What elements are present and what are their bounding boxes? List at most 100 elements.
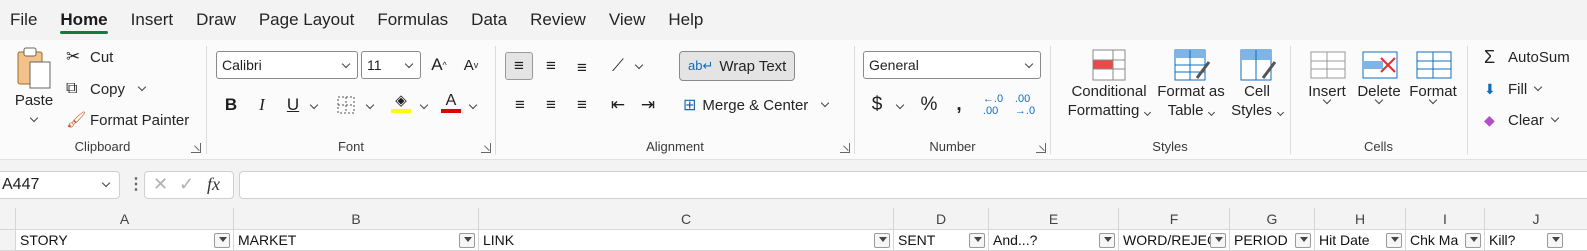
- font-size-select[interactable]: 11: [361, 51, 421, 79]
- increase-font-size-icon[interactable]: A ^: [427, 53, 451, 77]
- align-left-icon[interactable]: ≡: [508, 93, 532, 117]
- filter-dropdown-icon[interactable]: [1295, 233, 1311, 248]
- formula-input[interactable]: [239, 171, 1587, 199]
- font-group-label: Font: [337, 139, 364, 154]
- comma-style-icon[interactable]: ,: [947, 93, 971, 117]
- fill-button[interactable]: ⬇ Fill: [1484, 78, 1543, 100]
- cell-g1[interactable]: PERIOD: [1230, 230, 1315, 251]
- tab-file[interactable]: File: [10, 0, 37, 40]
- enter-icon[interactable]: ✓: [179, 174, 194, 195]
- format-painter-button[interactable]: 🖌 Format Painter: [66, 109, 189, 131]
- filter-dropdown-icon[interactable]: [459, 233, 475, 248]
- clipboard-launcher-icon[interactable]: [191, 143, 201, 153]
- name-box[interactable]: A447: [0, 171, 120, 199]
- decrease-font-size-icon[interactable]: Av: [459, 53, 483, 77]
- filter-dropdown-icon[interactable]: [1099, 233, 1115, 248]
- copy-button[interactable]: ⧉ Copy: [66, 78, 147, 100]
- conditional-formatting-button[interactable]: Conditional Formatting: [1063, 48, 1155, 120]
- formula-bar: A447 ⋮ ✕ ✓ fx: [0, 166, 1587, 202]
- alignment-launcher-icon[interactable]: [840, 143, 850, 153]
- increase-decimal-icon[interactable]: ←.0.00: [981, 93, 1005, 117]
- cell-h1[interactable]: Hit Date: [1315, 230, 1406, 251]
- column-header-g[interactable]: G: [1230, 208, 1315, 230]
- column-header-j[interactable]: J: [1485, 208, 1587, 230]
- column-headers: A B C D E F G H I J: [0, 208, 1587, 230]
- align-bottom-icon[interactable]: ≡: [570, 56, 594, 80]
- delete-cells-button[interactable]: Delete: [1353, 48, 1405, 105]
- select-all-corner[interactable]: [0, 208, 16, 230]
- align-top-icon[interactable]: ≡: [505, 52, 533, 80]
- column-header-h[interactable]: H: [1315, 208, 1406, 230]
- fill-color-icon[interactable]: ◈: [389, 91, 413, 115]
- autosum-button[interactable]: Σ AutoSum: [1484, 46, 1570, 68]
- filter-dropdown-icon[interactable]: [1210, 233, 1226, 248]
- row-header[interactable]: [0, 230, 16, 251]
- borders-icon[interactable]: [334, 93, 358, 117]
- tab-insert[interactable]: Insert: [131, 0, 174, 40]
- tab-draw[interactable]: Draw: [196, 0, 236, 40]
- filter-dropdown-icon[interactable]: [1547, 233, 1563, 248]
- align-middle-icon[interactable]: ≡: [539, 54, 563, 78]
- format-as-table-button[interactable]: Format as Table: [1155, 48, 1227, 120]
- more-options-icon[interactable]: ⋮: [128, 176, 144, 194]
- filter-dropdown-icon[interactable]: [874, 233, 890, 248]
- merge-center-button[interactable]: ⊞ Merge & Center: [683, 93, 830, 117]
- tab-formulas[interactable]: Formulas: [377, 0, 448, 40]
- wrap-text-button[interactable]: ab↵ Wrap Text: [679, 51, 796, 81]
- eraser-icon: ◆: [1484, 111, 1495, 128]
- cell-i1[interactable]: Chk Ma: [1406, 230, 1485, 251]
- cell-b1[interactable]: MARKET: [234, 230, 479, 251]
- cell-d1[interactable]: SENT: [894, 230, 989, 251]
- font-launcher-icon[interactable]: [481, 143, 491, 153]
- tab-view[interactable]: View: [609, 0, 646, 40]
- number-format-select[interactable]: General: [863, 51, 1041, 79]
- increase-indent-icon[interactable]: ⇥: [636, 93, 660, 117]
- column-header-d[interactable]: D: [894, 208, 989, 230]
- cell-c1[interactable]: LINK: [479, 230, 894, 251]
- format-cells-button[interactable]: Format: [1405, 48, 1461, 105]
- font-name-select[interactable]: Calibri: [216, 51, 358, 79]
- number-launcher-icon[interactable]: [1036, 143, 1046, 153]
- insert-cells-button[interactable]: Insert: [1301, 48, 1353, 105]
- sort-filter-icon[interactable]: [969, 233, 985, 248]
- column-header-b[interactable]: B: [234, 208, 479, 230]
- tab-page-layout[interactable]: Page Layout: [259, 0, 354, 40]
- name-box-value: A447: [2, 176, 40, 193]
- tab-home[interactable]: Home: [60, 0, 108, 40]
- merge-icon: ⊞: [683, 97, 697, 114]
- wrap-text-label: Wrap Text: [719, 57, 787, 75]
- cell-j1[interactable]: Kill?: [1485, 230, 1587, 251]
- column-header-a[interactable]: A: [16, 208, 234, 230]
- filter-dropdown-icon[interactable]: [1386, 233, 1402, 248]
- tab-data[interactable]: Data: [471, 0, 507, 40]
- underline-icon[interactable]: U: [281, 93, 305, 117]
- bold-icon[interactable]: B: [219, 93, 243, 117]
- decrease-decimal-icon[interactable]: .00 →.0: [1013, 93, 1037, 117]
- cut-button[interactable]: ✂ Cut: [66, 46, 113, 68]
- font-color-icon[interactable]: A: [439, 91, 463, 115]
- orientation-icon[interactable]: ⟋: [606, 54, 630, 78]
- tab-review[interactable]: Review: [530, 0, 586, 40]
- cell-f1[interactable]: WORD/REJEC: [1119, 230, 1230, 251]
- decrease-indent-icon[interactable]: ⇤: [606, 93, 630, 117]
- paste-button[interactable]: Paste: [12, 46, 56, 128]
- insert-function-icon[interactable]: fx: [207, 174, 220, 195]
- currency-icon[interactable]: $: [865, 93, 889, 117]
- tab-help[interactable]: Help: [668, 0, 703, 40]
- clear-button[interactable]: ◆ Clear: [1484, 109, 1560, 131]
- cell-a1[interactable]: STORY: [16, 230, 234, 251]
- filter-dropdown-icon[interactable]: [1465, 233, 1481, 248]
- percent-icon[interactable]: %: [917, 93, 941, 117]
- align-center-icon[interactable]: ≡: [539, 93, 563, 117]
- cell-styles-button[interactable]: Cell Styles: [1227, 48, 1287, 120]
- font-group: Calibri 11 A ^ Av B I U ◈ A Font: [207, 40, 495, 160]
- cancel-icon[interactable]: ✕: [153, 174, 168, 195]
- italic-icon[interactable]: I: [250, 93, 274, 117]
- column-header-c[interactable]: C: [479, 208, 894, 230]
- column-header-f[interactable]: F: [1119, 208, 1230, 230]
- column-header-i[interactable]: I: [1406, 208, 1485, 230]
- cell-e1[interactable]: And...?: [989, 230, 1119, 251]
- align-right-icon[interactable]: ≡: [570, 93, 594, 117]
- filter-active-icon[interactable]: [214, 233, 230, 248]
- column-header-e[interactable]: E: [989, 208, 1119, 230]
